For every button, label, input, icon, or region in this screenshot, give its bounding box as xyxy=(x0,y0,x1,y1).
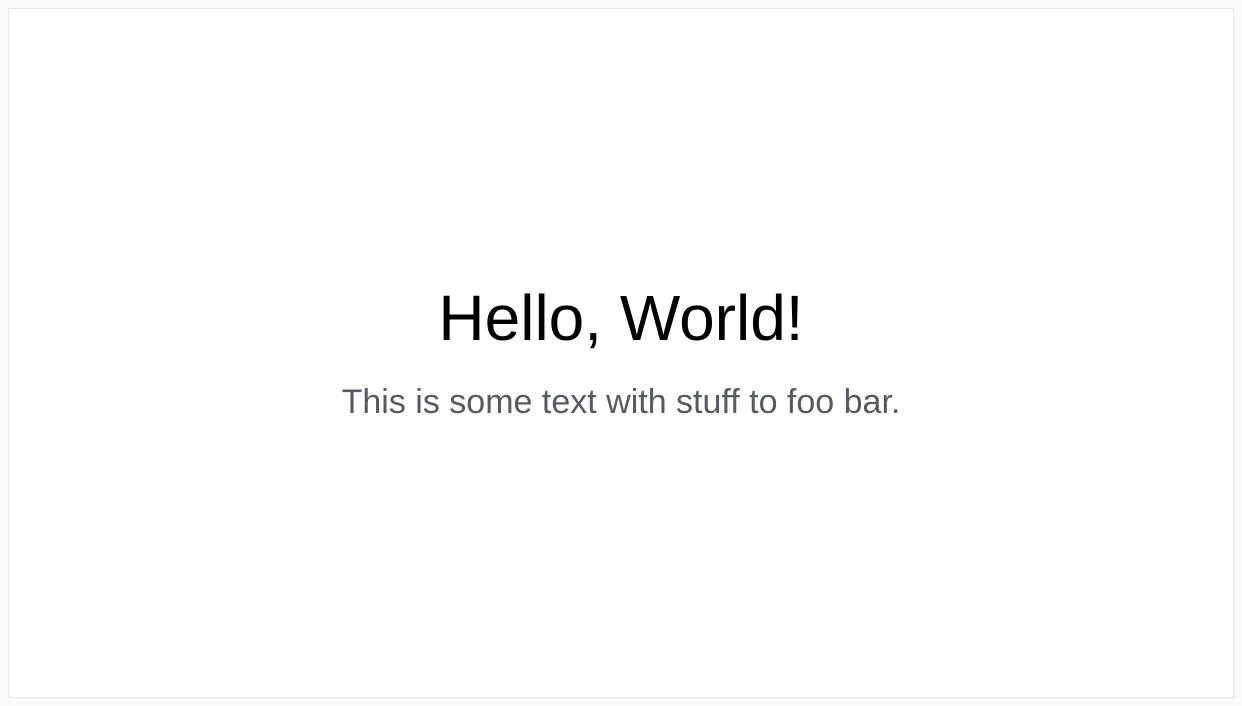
content-card: Hello, World! This is some text with stu… xyxy=(8,8,1234,698)
page-heading: Hello, World! xyxy=(438,283,803,353)
page-subtext: This is some text with stuff to foo bar. xyxy=(342,382,901,423)
